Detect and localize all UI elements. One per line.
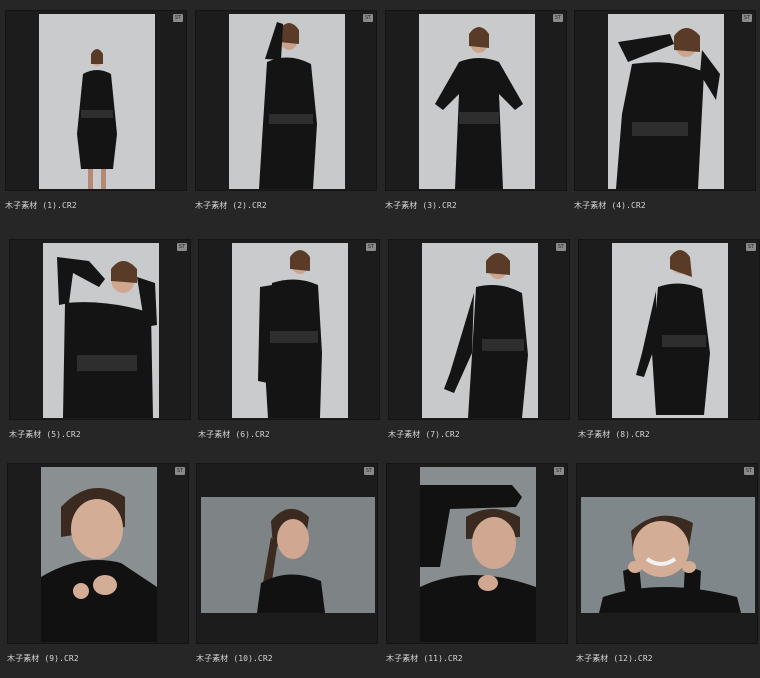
raw-badge-icon: ST — [742, 14, 752, 22]
raw-badge-icon: ST — [363, 14, 373, 22]
thumbnail-cell[interactable]: ST 木子素材 (6).CR2 — [198, 239, 380, 444]
raw-badge-icon: ST — [553, 14, 563, 22]
photo-thumbnail[interactable] — [612, 243, 728, 418]
thumbnail-cell[interactable]: ST 木子素材 (7).CR2 — [388, 239, 570, 444]
raw-badge-icon: ST — [175, 467, 185, 475]
thumbnail-frame[interactable]: ST — [195, 10, 377, 191]
photo-thumbnail[interactable] — [229, 14, 345, 189]
thumbnail-grid: ST 木子素材 (1).CR2 ST 木子素材 (2).CR2 ST 木子素材 … — [0, 0, 760, 678]
thumbnail-filename[interactable]: 木子素材 (2).CR2 — [195, 200, 267, 211]
raw-badge-icon: ST — [744, 467, 754, 475]
thumbnail-filename[interactable]: 木子素材 (5).CR2 — [9, 429, 81, 440]
thumbnail-filename[interactable]: 木子素材 (10).CR2 — [196, 653, 273, 664]
raw-badge-icon: ST — [366, 243, 376, 251]
photo-thumbnail[interactable] — [581, 497, 755, 613]
thumbnail-frame[interactable]: ST — [7, 463, 189, 644]
photo-thumbnail[interactable] — [39, 14, 155, 189]
photo-thumbnail[interactable] — [420, 467, 536, 642]
thumbnail-frame[interactable]: ST — [576, 463, 758, 644]
thumbnail-filename[interactable]: 木子素材 (4).CR2 — [574, 200, 646, 211]
thumbnail-frame[interactable]: ST — [5, 10, 187, 191]
thumbnail-frame[interactable]: ST — [574, 10, 756, 191]
raw-badge-icon: ST — [746, 243, 756, 251]
thumbnail-cell[interactable]: ST 木子素材 (4).CR2 — [574, 10, 756, 215]
thumbnail-filename[interactable]: 木子素材 (12).CR2 — [576, 653, 653, 664]
photo-thumbnail[interactable] — [201, 497, 375, 613]
photo-thumbnail[interactable] — [422, 243, 538, 418]
thumbnail-cell[interactable]: ST 木子素材 (12).CR2 — [576, 463, 758, 668]
photo-thumbnail[interactable] — [41, 467, 157, 642]
photo-thumbnail[interactable] — [608, 14, 724, 189]
thumbnail-cell[interactable]: ST 木子素材 (5).CR2 — [9, 239, 191, 444]
photo-thumbnail[interactable] — [419, 14, 535, 189]
raw-badge-icon: ST — [554, 467, 564, 475]
thumbnail-cell[interactable]: ST 木子素材 (9).CR2 — [7, 463, 189, 668]
thumbnail-frame[interactable]: ST — [578, 239, 760, 420]
thumbnail-cell[interactable]: ST 木子素材 (3).CR2 — [385, 10, 567, 215]
photo-thumbnail[interactable] — [232, 243, 348, 418]
raw-badge-icon: ST — [173, 14, 183, 22]
thumbnail-filename[interactable]: 木子素材 (1).CR2 — [5, 200, 77, 211]
thumbnail-cell[interactable]: ST 木子素材 (11).CR2 — [386, 463, 568, 668]
thumbnail-filename[interactable]: 木子素材 (8).CR2 — [578, 429, 650, 440]
thumbnail-frame[interactable]: ST — [198, 239, 380, 420]
thumbnail-frame[interactable]: ST — [385, 10, 567, 191]
thumbnail-frame[interactable]: ST — [9, 239, 191, 420]
raw-badge-icon: ST — [556, 243, 566, 251]
thumbnail-cell[interactable]: ST 木子素材 (2).CR2 — [195, 10, 377, 215]
thumbnail-filename[interactable]: 木子素材 (9).CR2 — [7, 653, 79, 664]
raw-badge-icon: ST — [177, 243, 187, 251]
thumbnail-filename[interactable]: 木子素材 (7).CR2 — [388, 429, 460, 440]
thumbnail-frame[interactable]: ST — [196, 463, 378, 644]
thumbnail-cell[interactable]: ST 木子素材 (8).CR2 — [578, 239, 760, 444]
thumbnail-filename[interactable]: 木子素材 (3).CR2 — [385, 200, 457, 211]
thumbnail-filename[interactable]: 木子素材 (11).CR2 — [386, 653, 463, 664]
raw-badge-icon: ST — [364, 467, 374, 475]
thumbnail-frame[interactable]: ST — [388, 239, 570, 420]
thumbnail-filename[interactable]: 木子素材 (6).CR2 — [198, 429, 270, 440]
thumbnail-cell[interactable]: ST 木子素材 (1).CR2 — [5, 10, 187, 215]
thumbnail-cell[interactable]: ST 木子素材 (10).CR2 — [196, 463, 378, 668]
thumbnail-frame[interactable]: ST — [386, 463, 568, 644]
photo-thumbnail[interactable] — [43, 243, 159, 418]
